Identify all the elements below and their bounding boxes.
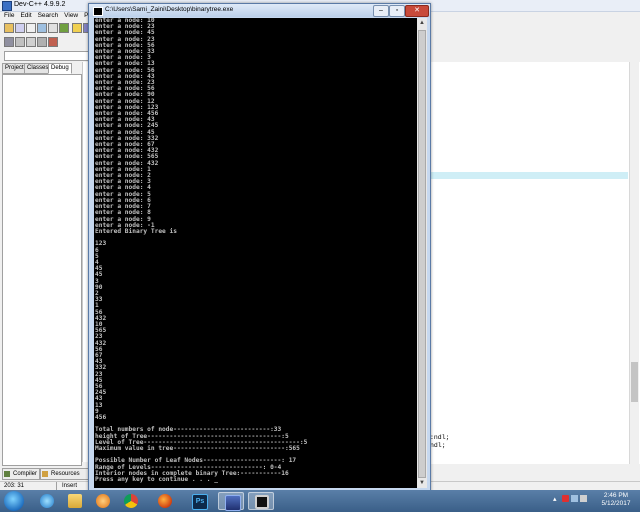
taskbar-app-media[interactable] [90, 492, 116, 510]
taskbar-app-ie[interactable] [34, 492, 60, 510]
menu-view[interactable]: View [64, 12, 78, 19]
code-fragment: :ndl; [430, 434, 450, 441]
system-tray: ▴ [553, 495, 593, 507]
start-button[interactable] [4, 491, 24, 511]
ide-bottom-tabs: Compiler Resources [0, 468, 92, 480]
resources-icon [42, 471, 48, 477]
network-icon[interactable] [571, 495, 578, 502]
console-window: C:\Users\Sami_Zaini\Desktop\binarytree.e… [88, 3, 431, 492]
console-title: C:\Users\Sami_Zaini\Desktop\binarytree.e… [105, 6, 234, 13]
taskbar-app-explorer[interactable] [62, 492, 88, 510]
scroll-up-icon[interactable]: ▲ [418, 19, 426, 27]
tray-flag-icon[interactable] [562, 495, 569, 502]
tab-compiler[interactable]: Compiler [2, 468, 40, 480]
devcpp-icon [225, 495, 241, 511]
tray-arrow-icon[interactable]: ▴ [553, 495, 560, 503]
debug-icon[interactable] [26, 37, 36, 47]
save-icon[interactable] [37, 23, 47, 33]
menu-search[interactable]: Search [38, 12, 59, 19]
console-icon [255, 495, 269, 509]
stop-icon[interactable] [48, 37, 58, 47]
check-icon[interactable] [59, 23, 69, 33]
class-combo[interactable] [4, 51, 90, 61]
editor-scroll-thumb[interactable] [631, 362, 638, 402]
console-scrollbar[interactable]: ▲ ▼ [417, 18, 427, 488]
console-output[interactable]: enter a node: 10 enter a node: 23 enter … [94, 18, 417, 488]
close-button[interactable]: ✕ [405, 5, 429, 17]
ie-icon [40, 494, 54, 508]
taskbar-app-firefox[interactable] [152, 492, 178, 510]
new-file-icon[interactable] [26, 23, 36, 33]
tab-compiler-label: Compiler [13, 471, 38, 477]
taskbar: Ps ▴ 2:46 PM 5/12/2017 [0, 490, 640, 512]
console-scroll-thumb[interactable] [418, 30, 426, 478]
compile-icon[interactable] [4, 23, 14, 33]
taskbar-clock[interactable]: 2:46 PM 5/12/2017 [596, 492, 636, 508]
editor-scrollbar[interactable] [629, 62, 639, 464]
ide-title: Dev-C++ 4.9.9.2 [14, 1, 66, 8]
console-text: enter a node: 10 enter a node: 23 enter … [95, 18, 308, 484]
taskbar-app-photoshop[interactable]: Ps [186, 492, 212, 510]
taskbar-app-devcpp[interactable] [218, 492, 244, 511]
menu-edit[interactable]: Edit [20, 12, 31, 19]
code-editor[interactable]: :ndl; ndl; [428, 62, 640, 464]
minimize-button[interactable]: – [373, 5, 389, 17]
tab-project[interactable]: Project [2, 63, 27, 74]
class-icon[interactable] [15, 37, 25, 47]
project-browser [2, 74, 82, 466]
grid-icon[interactable] [4, 37, 14, 47]
tab-resources-label: Resources [51, 471, 80, 477]
options-icon[interactable] [48, 23, 58, 33]
taskbar-app-console[interactable] [248, 492, 274, 510]
scroll-down-icon[interactable]: ▼ [418, 479, 426, 487]
ide-toolbar-1 [0, 22, 93, 34]
taskbar-app-chrome[interactable] [118, 492, 144, 510]
devcpp-app-icon [2, 1, 12, 11]
clock-date: 5/12/2017 [601, 500, 631, 507]
ide-toolbar-2 [0, 36, 92, 48]
photoshop-icon: Ps [192, 494, 208, 510]
compiler-icon [4, 471, 10, 477]
code-fragment: ndl; [430, 442, 446, 449]
ide-left-tabs: Project Classes Debug [0, 63, 92, 74]
menu-file[interactable]: File [4, 12, 14, 19]
clock-time: 2:46 PM [603, 492, 629, 499]
media-player-icon [96, 494, 110, 508]
run-icon[interactable] [15, 23, 25, 33]
chrome-icon [124, 494, 138, 508]
volume-icon[interactable] [580, 495, 587, 502]
editor-current-line [428, 172, 628, 179]
firefox-icon [158, 494, 172, 508]
tab-resources[interactable]: Resources [40, 468, 90, 480]
console-app-icon [93, 7, 103, 16]
explorer-icon [68, 494, 82, 508]
help-icon[interactable] [72, 23, 82, 33]
watch-icon[interactable] [37, 37, 47, 47]
tab-debug[interactable]: Debug [48, 63, 72, 74]
maximize-button[interactable]: ▫ [389, 5, 405, 17]
console-title-bar[interactable]: C:\Users\Sami_Zaini\Desktop\binarytree.e… [89, 4, 430, 17]
